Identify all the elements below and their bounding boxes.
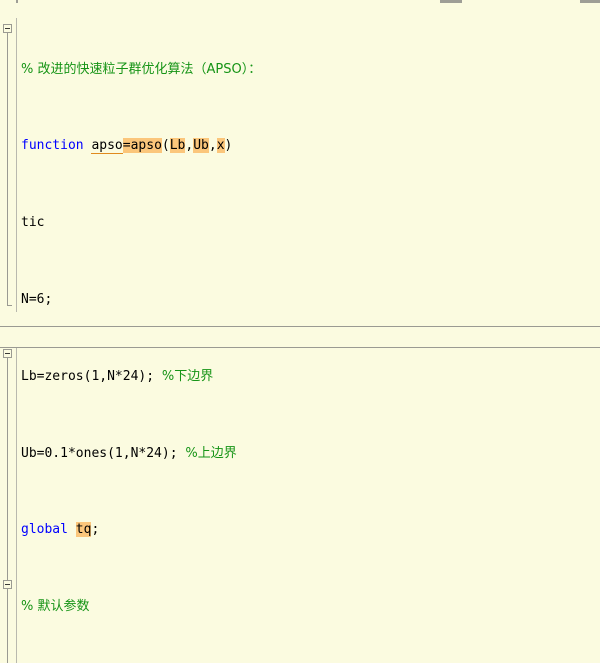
comment-default-params: % 默认参数 [21, 599, 90, 615]
paren-open: ( [161, 138, 170, 154]
var-ub: Ub [193, 138, 209, 154]
assign-lb: Lb=zeros(1,N*24); [21, 368, 162, 384]
assign-ub: Ub=0.1*ones(1,N*24); [21, 445, 186, 461]
var-apso-out: apso [91, 138, 123, 155]
var-tq: tq [75, 522, 92, 538]
comma-2: , [208, 138, 217, 154]
comment-upper-bound: %上边界 [185, 445, 237, 461]
semicolon: ; [91, 522, 100, 538]
var-apso-call: =apso [122, 138, 162, 154]
code-line-2[interactable]: function apso=apso(Lb,Ub,x) [0, 136, 600, 155]
code-line-4[interactable]: N=6; [0, 290, 600, 309]
paren-close: ) [224, 138, 233, 154]
code-line-8[interactable]: % 默认参数 [0, 597, 600, 616]
code-line-6[interactable]: Ub=0.1*ones(1,N*24); %上边界 [0, 444, 600, 463]
code-line-7[interactable]: global tq; [0, 520, 600, 539]
statement-tic: tic [21, 215, 45, 231]
keyword-global: global [21, 522, 68, 538]
assign-n: N=6; [21, 292, 53, 307]
code-area[interactable]: % 改进的快速粒子群优化算法（APSO）： function apso=apso… [0, 0, 600, 663]
matlab-editor-window[interactable]: % 改进的快速粒子群优化算法（APSO）： function apso=apso… [0, 0, 600, 663]
var-lb: Lb [169, 138, 186, 154]
keyword-function: function [21, 138, 84, 154]
code-line-1[interactable]: % 改进的快速粒子群优化算法（APSO）： [0, 60, 600, 79]
code-line-5[interactable]: Lb=zeros(1,N*24); %下边界 [0, 367, 600, 386]
comment-text: % 改进的快速粒子群优化算法（APSO）： [21, 61, 262, 77]
code-line-3[interactable]: tic [0, 213, 600, 232]
comment-lower-bound: %下边界 [161, 368, 214, 384]
var-x: x [216, 138, 225, 154]
